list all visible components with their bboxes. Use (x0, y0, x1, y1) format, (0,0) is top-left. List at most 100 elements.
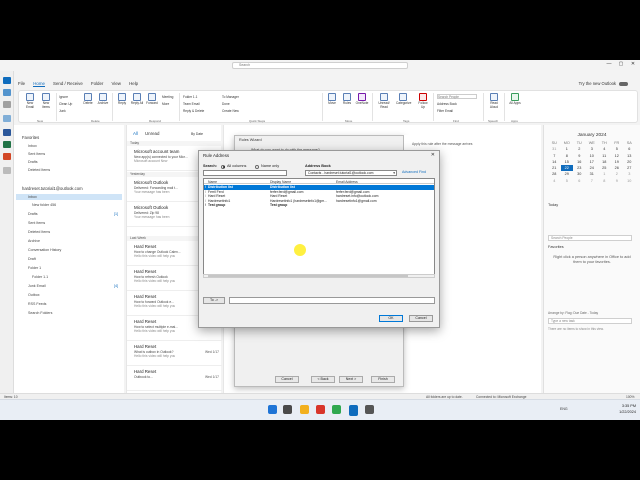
minimize-button[interactable]: — (604, 61, 614, 69)
wizard-back-button[interactable]: < Back (311, 376, 335, 383)
follow-up-button[interactable]: Follow Up (416, 93, 430, 109)
language-indicator[interactable]: ENG (560, 407, 568, 411)
folder-sent-items[interactable]: Sent Items (28, 221, 45, 225)
search-icon[interactable] (283, 405, 292, 414)
folder-new-folder-456[interactable]: New folder 456 (32, 203, 56, 207)
more-apps-icon[interactable] (3, 167, 11, 174)
search-people-field[interactable]: Search People (548, 235, 632, 241)
calendar-day[interactable]: 9 (611, 178, 624, 184)
reply-all-button[interactable]: Reply All (130, 93, 144, 106)
quickstep-reply-delete-button[interactable]: Reply & Delete (183, 109, 204, 113)
tab-home[interactable]: Home (33, 81, 45, 87)
to-button[interactable]: To -> (203, 297, 225, 304)
ok-button[interactable]: OK (379, 315, 403, 322)
junk-button[interactable]: Junk (59, 109, 66, 113)
folder-conversation-history[interactable]: Conversation History (28, 248, 61, 252)
quickstep-done-button[interactable]: Done (222, 102, 230, 106)
scrollbar-thumb[interactable] (208, 275, 408, 277)
address-book-select[interactable]: Contacts - hardreset.tutorial1@outlook.c… (305, 170, 397, 176)
quickstep-folder-button[interactable]: Folder 1.1 (183, 95, 197, 99)
folder-folder-1[interactable]: Folder 1 (28, 266, 41, 270)
message-item[interactable]: Hard Reset Outbook to... Wed 1/17 (127, 367, 222, 391)
tab-folder[interactable]: Folder (91, 81, 103, 86)
folder-archive[interactable]: Archive (28, 239, 40, 243)
quickstep-team-email-button[interactable]: Team Email (183, 102, 200, 106)
unread-read-button[interactable]: Unread/ Read (377, 93, 391, 109)
folder-deleted-items[interactable]: Deleted Items (28, 230, 50, 234)
all-columns-radio[interactable] (221, 164, 225, 169)
message-item[interactable]: Hard Reset What is outbox in Outlook? He… (127, 342, 222, 366)
sort-dropdown[interactable]: By Date (191, 132, 203, 136)
favorite-inbox[interactable]: Inbox (28, 144, 37, 148)
forward-button[interactable]: Forward (145, 93, 159, 106)
all-apps-button[interactable]: All Apps (508, 93, 522, 106)
excel-icon[interactable] (3, 141, 11, 148)
word-icon[interactable] (3, 129, 11, 136)
quickstep-to-manager-button[interactable]: To Manager (222, 95, 239, 99)
folder-inbox[interactable]: Inbox (28, 195, 37, 199)
calendar-day[interactable]: 6 (573, 178, 586, 184)
reply-button[interactable]: Reply (115, 93, 129, 106)
rules-button[interactable]: Rules (340, 93, 354, 106)
close-icon[interactable]: ✕ (431, 152, 435, 158)
favorite-drafts[interactable]: Drafts (28, 160, 38, 164)
meeting-button[interactable]: Meeting (162, 95, 173, 99)
folder-drafts[interactable]: Drafts (28, 212, 38, 216)
favorite-sent-items[interactable]: Sent Items (28, 152, 45, 156)
archive-button[interactable]: Archive (96, 93, 110, 106)
name-only-radio[interactable] (255, 164, 259, 169)
table-row[interactable]: ⁝ Test group Test group (204, 203, 434, 208)
read-aloud-button[interactable]: Read Aloud (487, 93, 501, 109)
try-new-outlook-toggle[interactable]: Try the new Outlook (579, 81, 628, 86)
tab-unread[interactable]: Unread (145, 131, 159, 136)
app-icon[interactable] (365, 405, 374, 414)
chrome-icon[interactable] (332, 405, 341, 414)
filter-email-button[interactable]: Filter Email (437, 109, 453, 113)
group-header-today[interactable]: Today (127, 141, 222, 146)
folder-junk-email[interactable]: Junk Email (28, 284, 46, 288)
column-email[interactable]: Email Address (336, 180, 358, 184)
folder-draft[interactable]: Draft (28, 257, 36, 261)
calendar-icon[interactable] (3, 89, 11, 96)
folder-folder-1-1[interactable]: Folder 1.1 (32, 275, 48, 279)
tab-view[interactable]: View (112, 81, 121, 86)
ignore-button[interactable]: Ignore (59, 95, 68, 99)
arrange-by-label[interactable]: Arrange by: Flag: Due Date - Today (548, 311, 598, 315)
mail-icon[interactable] (3, 77, 11, 84)
categorize-button[interactable]: Categorize (396, 93, 411, 106)
folder-rss-feeds[interactable]: RSS Feeds (28, 302, 46, 306)
favorite-deleted-items[interactable]: Deleted Items (28, 168, 50, 172)
advanced-find-link[interactable]: Advanced Find (402, 170, 426, 174)
calendar-day[interactable]: 10 (623, 178, 636, 184)
new-task-input[interactable]: Type a new task (548, 318, 632, 324)
file-explorer-icon[interactable] (300, 405, 309, 414)
tab-help[interactable]: Help (129, 81, 138, 86)
to-field[interactable] (229, 297, 435, 304)
address-book-button[interactable]: Address Book (437, 102, 457, 106)
tasks-icon[interactable] (3, 115, 11, 122)
column-name[interactable]: Name (208, 180, 217, 184)
search-people-input[interactable]: Search People (437, 94, 477, 99)
calendar-day[interactable]: 7 (586, 178, 599, 184)
search-input[interactable] (203, 170, 287, 176)
wizard-next-button[interactable]: Next > (339, 376, 363, 383)
folder-outbox[interactable]: Outbox (28, 293, 40, 297)
wizard-cancel-button[interactable]: Cancel (275, 376, 299, 383)
favorites-header[interactable]: Favorites (22, 135, 39, 140)
horizontal-scrollbar[interactable] (203, 274, 435, 278)
calendar-day[interactable]: 4 (548, 178, 561, 184)
folder-search-folders[interactable]: Search Folders (28, 311, 52, 315)
new-items-button[interactable]: New Items (39, 93, 53, 109)
clock[interactable]: 3:35 PM 1/22/2024 (619, 403, 636, 415)
more-button[interactable]: More (162, 102, 169, 106)
app-icon[interactable] (316, 405, 325, 414)
windows-start-icon[interactable] (268, 405, 277, 414)
powerpoint-icon[interactable] (3, 153, 11, 160)
column-display-name[interactable]: Display Name (270, 180, 291, 184)
new-email-button[interactable]: New Email (23, 93, 37, 109)
calendar-day[interactable]: 5 (561, 178, 574, 184)
cancel-button[interactable]: Cancel (409, 315, 433, 322)
calendar-day[interactable]: 8 (598, 178, 611, 184)
outlook-icon[interactable] (349, 405, 358, 414)
delete-button[interactable]: Delete (81, 93, 95, 106)
